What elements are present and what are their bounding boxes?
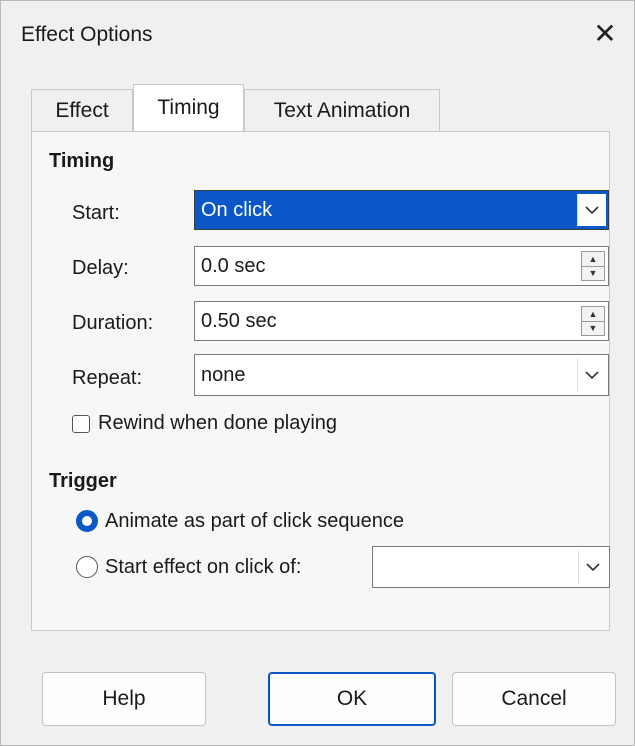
tab-text-animation[interactable]: Text Animation	[244, 89, 440, 131]
timing-panel: Timing Start: On click Delay: 0.0 sec ▲ …	[31, 131, 610, 631]
animate-click-sequence-label: Animate as part of click sequence	[105, 510, 405, 532]
cancel-button[interactable]: Cancel	[452, 672, 616, 726]
duration-spinner[interactable]: ▲ ▼	[581, 306, 605, 336]
ok-button[interactable]: OK	[268, 672, 436, 726]
trigger-section-title: Trigger	[49, 470, 117, 492]
effect-options-dialog: Effect Options ✕ Effect Timing Text Anim…	[0, 0, 635, 746]
tab-timing[interactable]: Timing	[133, 84, 244, 131]
spin-down-icon[interactable]: ▼	[582, 267, 604, 281]
start-value: On click	[201, 198, 273, 221]
title-bar: Effect Options ✕	[1, 1, 634, 65]
rewind-checkbox[interactable]	[72, 415, 90, 433]
close-button[interactable]: ✕	[576, 1, 634, 65]
tab-effect[interactable]: Effect	[31, 89, 133, 131]
rewind-label: Rewind when done playing	[98, 412, 338, 434]
delay-spinner[interactable]: ▲ ▼	[581, 251, 605, 281]
repeat-dropdown[interactable]: none	[194, 354, 609, 396]
start-label: Start:	[72, 202, 120, 224]
help-button[interactable]: Help	[42, 672, 206, 726]
dialog-title: Effect Options	[21, 23, 153, 46]
duration-label: Duration:	[72, 312, 154, 334]
start-dropdown[interactable]: On click	[194, 190, 609, 230]
chevron-down-icon[interactable]	[577, 358, 606, 392]
delay-label: Delay:	[72, 257, 129, 279]
spin-up-icon[interactable]: ▲	[582, 307, 604, 322]
spin-up-icon[interactable]: ▲	[582, 252, 604, 267]
start-on-click-radio[interactable]	[76, 556, 98, 578]
duration-value: 0.50 sec	[201, 309, 277, 332]
delay-field[interactable]: 0.0 sec ▲ ▼	[194, 246, 609, 286]
duration-field[interactable]: 0.50 sec ▲ ▼	[194, 301, 609, 341]
chevron-down-icon[interactable]	[578, 550, 607, 584]
chevron-down-icon[interactable]	[577, 194, 606, 226]
close-icon: ✕	[593, 17, 617, 49]
repeat-value: none	[201, 363, 246, 386]
delay-value: 0.0 sec	[201, 254, 266, 277]
tab-bar: Effect Timing Text Animation	[31, 84, 440, 131]
animate-click-sequence-radio[interactable]	[76, 510, 98, 532]
start-on-click-label: Start effect on click of:	[105, 556, 302, 578]
spin-down-icon[interactable]: ▼	[582, 322, 604, 336]
timing-section-title: Timing	[49, 150, 115, 172]
trigger-target-dropdown[interactable]	[372, 546, 610, 588]
repeat-label: Repeat:	[72, 367, 143, 389]
